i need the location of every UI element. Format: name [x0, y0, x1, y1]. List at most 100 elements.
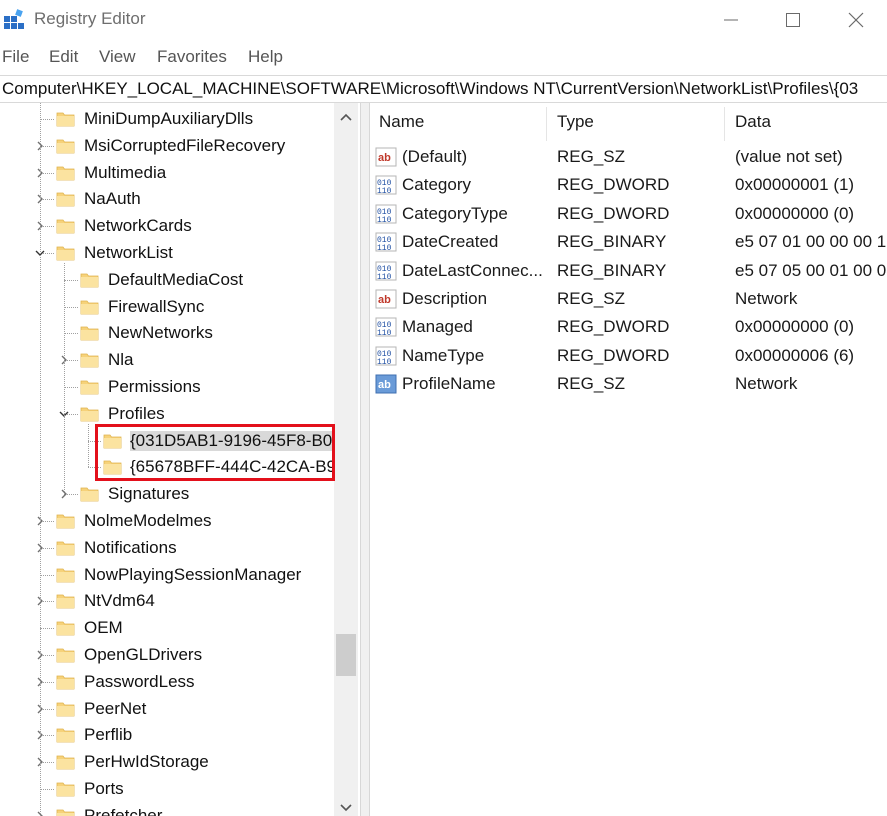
svg-text:110: 110 [377, 216, 392, 225]
tree-item-label: PerHwIdStorage [84, 752, 209, 772]
value-row[interactable]: ab (Default) REG_SZ (value not set) [369, 143, 887, 171]
menu-file[interactable]: File [2, 47, 29, 67]
address-bar[interactable]: Computer\HKEY_LOCAL_MACHINE\SOFTWARE\Mic… [0, 75, 887, 103]
menu-edit[interactable]: Edit [49, 47, 78, 67]
tree-item[interactable]: PerHwIdStorage [0, 749, 336, 775]
value-row[interactable]: 010 110 DateCreated REG_BINARY e5 07 01 00 0… [369, 228, 887, 256]
value-type: REG_DWORD [557, 317, 670, 337]
tree-item[interactable]: Notifications [0, 535, 336, 561]
value-data: e5 07 05 00 01 00 03 [735, 260, 887, 280]
tree-item[interactable]: NetworkCards [0, 213, 336, 239]
close-button[interactable] [825, 0, 887, 40]
binary-value-icon: 010 110 [375, 174, 397, 196]
folder-icon [80, 484, 99, 503]
column-header-name[interactable]: Name [379, 112, 424, 132]
tree-item[interactable]: NtVdm64 [0, 588, 336, 614]
maximize-icon [786, 13, 800, 27]
menu-favorites[interactable]: Favorites [157, 47, 227, 67]
menu-bar: File Edit View Favorites Help [0, 44, 887, 70]
svg-text:ab: ab [378, 379, 391, 391]
registry-editor-icon [4, 9, 24, 29]
tree-item[interactable]: OpenGLDrivers [0, 642, 336, 668]
tree-item-label: NolmeModelmes [84, 511, 212, 530]
tree-item-label: Signatures [108, 484, 190, 504]
tree-item[interactable]: FirewallSync [0, 294, 336, 320]
scroll-thumb[interactable] [336, 634, 356, 676]
value-type: REG_BINARY [557, 260, 667, 280]
value-data: Network [735, 374, 798, 394]
tree-item-label: FirewallSync [108, 296, 205, 316]
value-row[interactable]: ab ProfileName REG_SZ Network [369, 370, 887, 398]
value-type: REG_SZ [557, 147, 626, 166]
svg-text:110: 110 [377, 329, 392, 338]
binary-value-icon: 010 110 [375, 260, 397, 282]
tree-item-label: Permissions [108, 377, 201, 396]
tree-item-label: Ports [84, 779, 124, 798]
value-row[interactable]: 010 110 CategoryType REG_DWORD 0x00000000 (0… [369, 200, 887, 228]
folder-icon [80, 377, 99, 396]
tree-item[interactable]: Ports [0, 776, 336, 802]
binary-value-icon: 010 110 [375, 231, 397, 253]
scroll-up-arrow-icon[interactable] [339, 111, 353, 125]
tree-item[interactable]: NowPlayingSessionManager [0, 562, 336, 588]
tree-item[interactable]: Profiles [0, 401, 336, 427]
string-value-icon: ab [375, 146, 397, 168]
values-list: Name Type Data ab (Default) REG_SZ (value n… [369, 103, 887, 816]
tree-item[interactable]: OEM [0, 615, 336, 641]
value-row[interactable]: 010 110 Category REG_DWORD 0x00000001 (1) [369, 171, 887, 199]
tree-item[interactable]: NewNetworks [0, 320, 336, 346]
tree-connector [64, 333, 78, 335]
folder-icon [56, 672, 75, 691]
tree-item-label: NewNetworks [108, 323, 213, 343]
tree-scrollbar[interactable] [334, 103, 358, 816]
tree-item[interactable]: Perflib [0, 722, 336, 748]
column-header-type[interactable]: Type [557, 112, 594, 132]
string-value-icon-selected: ab [375, 373, 397, 395]
scroll-down-arrow-icon[interactable] [339, 800, 353, 814]
column-divider[interactable] [724, 107, 725, 141]
column-divider[interactable] [546, 107, 547, 141]
minimize-button[interactable] [700, 0, 762, 40]
tree-item-label: NowPlayingSessionManager [84, 564, 302, 584]
tree-item-label: OpenGLDrivers [84, 645, 203, 664]
tree-item[interactable]: DefaultMediaCost [0, 267, 336, 293]
folder-icon [80, 297, 99, 316]
binary-value-icon: 010 110 [375, 316, 397, 338]
tree-item[interactable]: NetworkList [0, 240, 336, 266]
tree-item[interactable]: PeerNet [0, 696, 336, 722]
tree-item[interactable]: PasswordLess [0, 669, 336, 695]
value-data: 0x00000000 (0) [735, 317, 855, 337]
tree-item[interactable]: NaAuth [0, 186, 336, 212]
tree-item[interactable]: NolmeModelmes [0, 508, 336, 534]
value-row[interactable]: ab Description REG_SZ Network [369, 285, 887, 313]
tree-item[interactable]: Multimedia [0, 160, 336, 186]
value-name: (Default) [402, 147, 468, 166]
value-type: REG_DWORD [557, 203, 670, 223]
tree-guide-line [40, 103, 41, 816]
tree-connector [40, 574, 54, 576]
value-row[interactable]: 010 110 DateLastConnec... REG_BINARY e5 07 0… [369, 257, 887, 285]
tree-item[interactable]: MiniDumpAuxiliaryDlls [0, 106, 336, 132]
tree-item-label: NtVdm64 [84, 591, 155, 611]
folder-icon [56, 511, 75, 530]
svg-text:110: 110 [377, 358, 392, 367]
tree-item[interactable]: MsiCorruptedFileRecovery [0, 133, 336, 159]
tree-item-label: PeerNet [84, 698, 147, 718]
value-row[interactable]: 010 110 NameType REG_DWORD 0x00000006 (6) [369, 342, 887, 370]
tree-item-label: NetworkList [84, 243, 173, 262]
folder-icon [56, 591, 75, 610]
tree-connector [40, 119, 54, 120]
maximize-button[interactable] [762, 0, 824, 40]
menu-help[interactable]: Help [248, 47, 283, 67]
menu-view[interactable]: View [99, 47, 136, 67]
tree-item[interactable]: Nla [0, 347, 336, 373]
tree-item[interactable]: Permissions [0, 374, 336, 400]
tree-item[interactable]: Signatures [0, 481, 336, 507]
tree-connector [40, 789, 54, 790]
tree-item[interactable]: Prefetcher [0, 803, 336, 816]
tree-item-label: PasswordLess [84, 671, 195, 691]
value-row[interactable]: 010 110 Managed REG_DWORD 0x00000000 (0) [369, 313, 887, 341]
value-name: Managed [402, 317, 473, 337]
folder-icon [80, 404, 99, 423]
column-header-data[interactable]: Data [735, 112, 771, 132]
